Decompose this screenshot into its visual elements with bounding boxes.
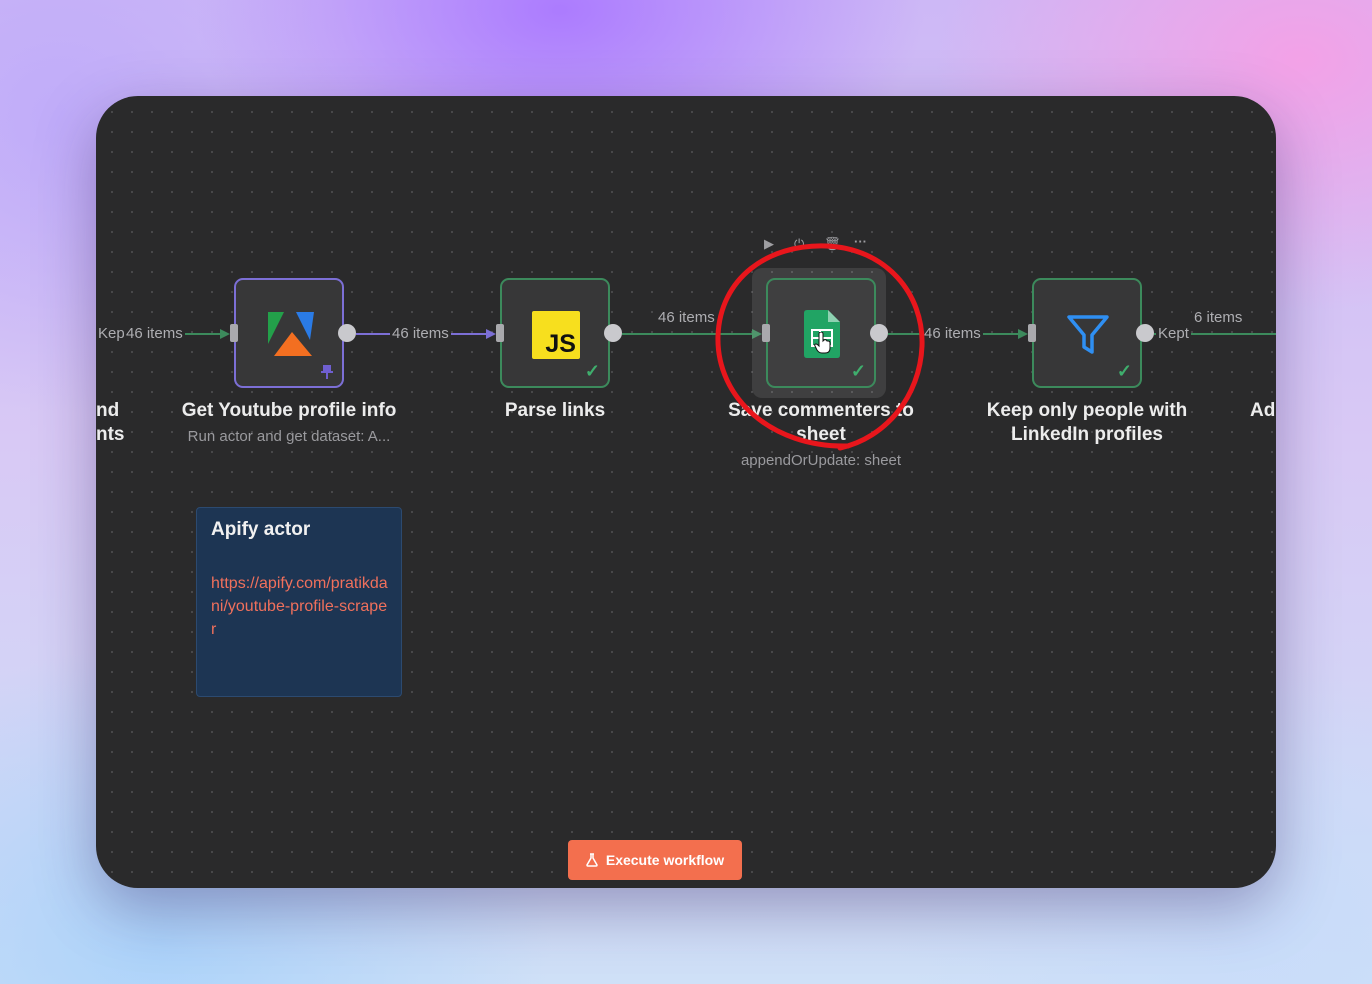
flask-icon: [586, 853, 598, 867]
highlight-circle-annotation: [715, 243, 925, 451]
success-check-icon: ✓: [1116, 361, 1132, 381]
workflow-canvas[interactable]: Kept 46 items 46 items 46 items 46 items…: [96, 96, 1276, 888]
sticky-note-title: Apify actor: [211, 519, 311, 540]
execute-workflow-button[interactable]: Execute workflow: [568, 840, 742, 880]
sticky-note[interactable]: Apify actor https://apify.com/pratikdani…: [196, 507, 402, 697]
input-handle[interactable]: [1028, 324, 1036, 342]
sticky-note-link[interactable]: https://apify.com/pratikdani/youtube-pro…: [211, 572, 389, 641]
node-title: Keep only people with LinkedIn profiles: [986, 400, 1188, 445]
node-label-partial-right: Ad: [1250, 400, 1276, 421]
execute-workflow-label: Execute workflow: [605, 852, 725, 868]
node-keep-only-linkedin[interactable]: ✓: [1032, 278, 1142, 388]
output-handle[interactable]: [1136, 324, 1154, 342]
filter-icon: [1067, 315, 1109, 354]
